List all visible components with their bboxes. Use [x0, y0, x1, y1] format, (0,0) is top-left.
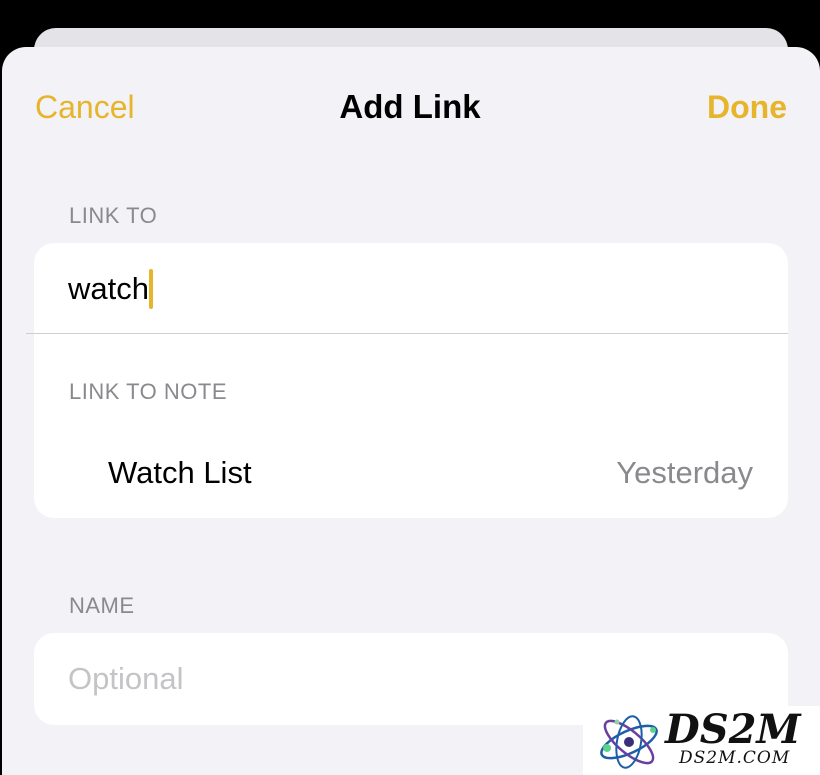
text-cursor	[148, 269, 153, 309]
link-to-input-text: watch	[68, 271, 149, 306]
screen: Cancel Add Link Done LINK TO watch LINK …	[0, 0, 820, 775]
note-suggestion-date: Yesterday	[616, 455, 753, 490]
note-suggestion-item[interactable]: Watch List Yesterday	[34, 443, 788, 533]
watermark: DS2M DS2M.COM	[583, 706, 820, 775]
link-to-note-header: LINK TO NOTE	[69, 379, 228, 404]
link-to-field[interactable]: watch	[34, 243, 788, 333]
link-to-header: LINK TO	[69, 203, 158, 228]
cancel-button[interactable]: Cancel	[35, 87, 135, 127]
name-input[interactable]	[68, 659, 748, 699]
name-header: NAME	[69, 593, 135, 618]
link-field-divider	[26, 333, 788, 334]
atom-logo-icon	[600, 715, 658, 769]
link-to-input[interactable]: watch	[68, 269, 153, 309]
done-button[interactable]: Done	[707, 87, 787, 127]
note-suggestion-title: Watch List	[108, 455, 252, 490]
link-card: watch LINK TO NOTE Watch List Yesterday	[34, 243, 788, 518]
watermark-brand: DS2M	[665, 706, 801, 753]
watermark-site: DS2M.COM	[679, 748, 791, 768]
